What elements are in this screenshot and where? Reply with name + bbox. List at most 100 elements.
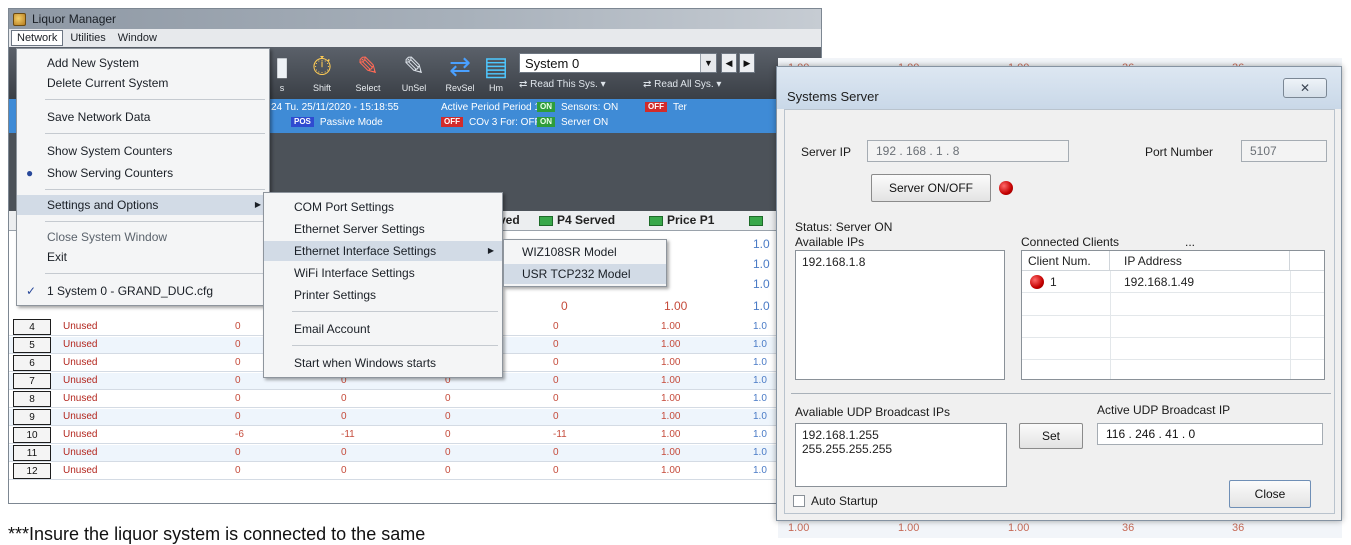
row-number: 12 — [13, 463, 51, 479]
menu-separator — [45, 133, 265, 134]
table-row[interactable]: 9 Unused 0 0 0 0 1.00 1.0 — [9, 409, 821, 426]
port-number-field[interactable]: 5107 — [1241, 140, 1327, 162]
read-icon: ⇄ — [519, 79, 531, 90]
select-button[interactable]: ✎ Select — [345, 51, 391, 97]
menu-separator — [45, 99, 265, 100]
menu-item-show-serving-counters[interactable]: ● Show Serving Counters — [17, 163, 269, 183]
header-price-p1[interactable]: Price P1 — [649, 213, 714, 227]
table-row[interactable]: 1 192.168.1.49 — [1022, 271, 1324, 293]
close-button[interactable]: Close — [1229, 480, 1311, 508]
connected-clients-more[interactable]: ... — [1185, 235, 1195, 249]
menu-item-settings-and-options[interactable]: Settings and Options ▶ — [17, 195, 269, 215]
menu-utilities[interactable]: Utilities — [65, 31, 110, 45]
dialog-title-bar: Systems Server ✕ — [777, 67, 1341, 109]
connected-clients-table[interactable]: Client Num. IP Address 1 192.168.1.49 — [1021, 250, 1325, 380]
previous-system-button[interactable]: ◀ — [721, 53, 737, 73]
ethernet-interface-submenu: WIZ108SR Model USR TCP232 Model — [503, 239, 667, 287]
cell-value[interactable]: 0 — [561, 299, 568, 313]
menu-item-show-system-counters[interactable]: Show System Counters — [17, 141, 269, 161]
menu-item-email-account[interactable]: Email Account — [264, 319, 502, 339]
auto-startup-checkbox[interactable] — [793, 495, 805, 507]
menu-item-printer-settings[interactable]: Printer Settings — [264, 285, 502, 305]
list-item[interactable]: 192.168.1.255 — [796, 424, 1006, 442]
row-number: 5 — [13, 337, 51, 353]
cell-value[interactable]: 1.0 — [753, 299, 770, 313]
cell-value[interactable]: 1.0 — [753, 277, 770, 291]
table-row[interactable]: 10 Unused -6 -11 0 -11 1.00 1.0 — [9, 427, 821, 444]
column-ip-address[interactable]: IP Address — [1110, 251, 1290, 271]
unselect-label: UnSel — [401, 83, 427, 93]
menu-window[interactable]: Window — [113, 31, 162, 45]
server-ip-field[interactable]: 192 . 168 . 1 . 8 — [867, 140, 1069, 162]
home-button[interactable]: ▤ Hm — [473, 51, 519, 97]
server-status-indicator-icon — [999, 181, 1013, 195]
client-status-icon — [1030, 275, 1044, 289]
menu-item-add-new-system[interactable]: Add New System — [17, 53, 269, 73]
chevron-down-icon[interactable]: ▼ — [700, 54, 716, 72]
dialog-title: Systems Server — [787, 89, 879, 104]
active-udp-ip-field[interactable]: 116 . 246 . 41 . 0 — [1097, 423, 1323, 445]
chevron-right-icon: ▶ — [254, 200, 261, 209]
status-passive-mode: POS Passive Mode — [291, 117, 383, 128]
system-select-value: System 0 — [525, 55, 580, 71]
column-client-num[interactable]: Client Num. — [1022, 251, 1110, 271]
list-item[interactable]: 255.255.255.255 — [796, 442, 1006, 456]
app-icon — [13, 12, 26, 26]
list-item[interactable]: 192.168.1.8 — [796, 251, 1004, 273]
row-number: 4 — [13, 319, 51, 335]
menu-item-com-port-settings[interactable]: COM Port Settings — [264, 197, 502, 217]
read-this-system-button[interactable]: ⇄ Read This Sys. ▾ — [519, 79, 606, 90]
cell-value[interactable]: 1.0 — [753, 237, 770, 251]
column-icon — [649, 215, 663, 226]
next-system-button[interactable]: ▶ — [739, 53, 755, 73]
header-next[interactable] — [749, 213, 767, 227]
close-icon[interactable]: ✕ — [1283, 78, 1327, 98]
chevron-right-icon: ▶ — [487, 246, 494, 255]
menu-item-save-network-data[interactable]: Save Network Data — [17, 107, 269, 127]
menu-item-recent-file[interactable]: ✓ 1 System 0 - GRAND_DUC.cfg — [17, 281, 269, 301]
system-select[interactable]: System 0 ▼ — [519, 53, 717, 73]
server-on-off-button[interactable]: Server ON/OFF — [871, 174, 991, 202]
cell-value[interactable]: 1.00 — [664, 299, 687, 313]
menu-separator — [45, 221, 265, 222]
divider — [791, 393, 1331, 394]
caption-text: ***Insure the liquor system is connected… — [8, 524, 426, 544]
menu-item-wifi-interface-settings[interactable]: WiFi Interface Settings — [264, 263, 502, 283]
menu-item-delete-current-system[interactable]: Delete Current System — [17, 73, 269, 93]
server-status-text: Status: Server ON — [795, 220, 893, 234]
status-cov: OFF COv 3 For: OFF — [441, 117, 541, 128]
available-ips-list[interactable]: 192.168.1.8 — [795, 250, 1005, 380]
menu-separator — [45, 189, 265, 190]
window-title: Liquor Manager — [32, 12, 117, 26]
menu-item-exit[interactable]: Exit — [17, 247, 269, 267]
checkmark-icon: ✓ — [26, 284, 37, 298]
radio-selected-icon: ● — [26, 166, 34, 180]
header-p4-served[interactable]: P4 Served — [539, 213, 615, 227]
menu-item-close-system-window[interactable]: Close System Window — [17, 227, 269, 247]
row-number: 8 — [13, 391, 51, 407]
available-ips-label: Available IPs — [795, 235, 865, 249]
status-ter: OFF Ter — [645, 102, 687, 113]
network-menu: Add New System Delete Current System Sav… — [16, 48, 270, 306]
menu-item-start-with-windows[interactable]: Start when Windows starts — [264, 353, 502, 373]
menu-item-ethernet-interface-settings[interactable]: Ethernet Interface Settings ▶ — [264, 241, 502, 261]
udp-broadcast-list[interactable]: 192.168.1.255 255.255.255.255 — [795, 423, 1007, 487]
cell-value[interactable]: 1.0 — [753, 257, 770, 271]
settings-submenu: COM Port Settings Ethernet Server Settin… — [263, 192, 503, 378]
menu-network[interactable]: Network — [11, 30, 64, 46]
table-row[interactable]: 12 Unused 0 0 0 0 1.00 1.0 — [9, 463, 821, 480]
menu-item-wiz108sr-model[interactable]: WIZ108SR Model — [504, 242, 666, 262]
ter-badge: OFF — [645, 102, 667, 113]
eraser-icon: ✎ — [403, 51, 425, 81]
menu-separator — [45, 273, 265, 274]
table-row[interactable]: 8 Unused 0 0 0 0 1.00 1.0 — [9, 391, 821, 408]
menu-item-ethernet-server-settings[interactable]: Ethernet Server Settings — [264, 219, 502, 239]
read-all-systems-button[interactable]: ⇄ Read All Sys. ▾ — [643, 79, 721, 90]
table-row[interactable]: 11 Unused 0 0 0 0 1.00 1.0 — [9, 445, 821, 462]
set-button[interactable]: Set — [1019, 423, 1083, 449]
menu-item-usr-tcp232-model[interactable]: USR TCP232 Model — [504, 264, 666, 284]
unselect-button[interactable]: ✎ UnSel — [391, 51, 437, 97]
shift-button[interactable]: ⏱ Shift — [299, 51, 345, 97]
client-ip: 192.168.1.49 — [1124, 275, 1195, 289]
menu-separator — [292, 345, 498, 346]
